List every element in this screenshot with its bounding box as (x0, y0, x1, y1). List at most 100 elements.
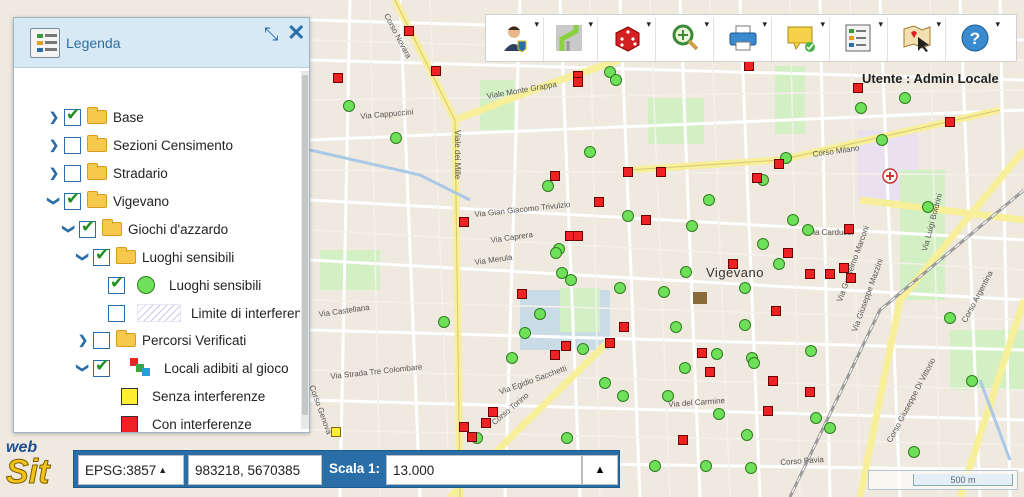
sensitive-place-marker[interactable] (805, 345, 817, 357)
gaming-venue-interference-marker[interactable] (825, 269, 835, 279)
chevron-right-icon[interactable]: ❯ (47, 166, 61, 180)
sensitive-place-marker[interactable] (561, 432, 573, 444)
gaming-venue-interference-marker[interactable] (846, 273, 856, 283)
legend-item-locali-gioco[interactable]: ❯ Locali adibiti al gioco (76, 356, 289, 379)
gaming-venue-interference-marker[interactable] (459, 217, 469, 227)
legend-item-sezioni-censimento[interactable]: ❯ Sezioni Censimento (47, 134, 233, 156)
gaming-venue-interference-marker[interactable] (459, 422, 469, 432)
sensitive-place-marker[interactable] (908, 446, 920, 458)
gaming-venue-interference-marker[interactable] (728, 259, 738, 269)
gaming-venue-interference-marker[interactable] (774, 159, 784, 169)
legend-item-limite-interferenza[interactable]: Limite di interferenza (105, 302, 300, 324)
legend-checkbox[interactable] (108, 304, 125, 322)
sensitive-place-marker[interactable] (599, 377, 611, 389)
sensitive-place-marker[interactable] (343, 100, 355, 112)
sensitive-place-marker[interactable] (739, 319, 751, 331)
gaming-venue-interference-marker[interactable] (805, 269, 815, 279)
sensitive-place-marker[interactable] (713, 408, 725, 420)
sensitive-place-marker[interactable] (542, 180, 554, 192)
chevron-down-icon[interactable]: ❯ (62, 222, 76, 236)
sensitive-place-marker[interactable] (617, 390, 629, 402)
sensitive-place-marker[interactable] (506, 352, 518, 364)
sensitive-place-marker[interactable] (438, 316, 450, 328)
scrollbar-thumb[interactable] (302, 75, 308, 415)
sensitive-place-marker[interactable] (810, 412, 822, 424)
select-map-button[interactable]: ▾ (892, 17, 946, 61)
gaming-venue-interference-marker[interactable] (752, 173, 762, 183)
gaming-venue-interference-marker[interactable] (839, 263, 849, 273)
sensitive-place-marker[interactable] (966, 375, 978, 387)
legend-checkbox[interactable] (64, 164, 81, 182)
gaming-venue-interference-marker[interactable] (641, 215, 651, 225)
chevron-right-icon[interactable]: ❯ (47, 110, 61, 124)
legend-checkbox[interactable] (93, 331, 110, 349)
crs-selector[interactable]: EPSG:3857 ▲ (78, 455, 184, 485)
sensitive-place-marker[interactable] (773, 258, 785, 270)
scale-input[interactable]: 13.000 (386, 455, 582, 485)
gaming-venue-interference-marker[interactable] (771, 306, 781, 316)
sensitive-place-marker[interactable] (787, 214, 799, 226)
gaming-venue-interference-marker[interactable] (768, 376, 778, 386)
comment-button[interactable]: ▾ (776, 17, 830, 61)
sensitive-place-marker[interactable] (824, 422, 836, 434)
gaming-venue-interference-marker[interactable] (594, 197, 604, 207)
gaming-venue-interference-marker[interactable] (550, 350, 560, 360)
legend-checkbox[interactable] (64, 136, 81, 154)
sensitive-place-marker[interactable] (614, 282, 626, 294)
print-button[interactable]: ▾ (718, 17, 772, 61)
sensitive-place-marker[interactable] (711, 348, 723, 360)
sensitive-place-marker[interactable] (662, 390, 674, 402)
legend-checkbox[interactable] (79, 217, 96, 238)
sensitive-place-marker[interactable] (390, 132, 402, 144)
gaming-venue-interference-marker[interactable] (844, 224, 854, 234)
gaming-venue-interference-marker[interactable] (705, 367, 715, 377)
sensitive-place-marker[interactable] (534, 308, 546, 320)
gaming-venue-interference-marker[interactable] (945, 117, 955, 127)
sensitive-place-marker[interactable] (739, 282, 751, 294)
legend-settings-button[interactable]: ▾ (834, 17, 888, 61)
legend-checkbox[interactable] (93, 245, 110, 266)
sensitive-place-marker[interactable] (680, 266, 692, 278)
sensitive-place-marker[interactable] (855, 102, 867, 114)
sensitive-place-marker[interactable] (748, 357, 760, 369)
legend-item-luoghi-sensibili-group[interactable]: ❯ Luoghi sensibili (76, 245, 234, 268)
chevron-down-icon[interactable]: ❯ (76, 361, 90, 375)
sensitive-place-marker[interactable] (658, 286, 670, 298)
sensitive-place-marker[interactable] (686, 220, 698, 232)
sensitive-place-marker[interactable] (519, 327, 531, 339)
gaming-venue-interference-marker[interactable] (550, 171, 560, 181)
chevron-down-icon[interactable]: ❯ (47, 194, 61, 208)
sensitive-place-marker[interactable] (876, 134, 888, 146)
sensitive-place-marker[interactable] (745, 462, 757, 474)
gaming-venue-interference-marker[interactable] (678, 435, 688, 445)
chevron-right-icon[interactable]: ❯ (76, 333, 90, 347)
legend-item-stradario[interactable]: ❯ Stradario (47, 162, 168, 184)
gaming-venue-interference-marker[interactable] (656, 167, 666, 177)
sensitive-place-marker[interactable] (679, 362, 691, 374)
sensitive-place-marker[interactable] (577, 343, 589, 355)
sensitive-place-marker[interactable] (610, 74, 622, 86)
sensitive-place-marker[interactable] (556, 267, 568, 279)
chevron-down-icon[interactable]: ❯ (76, 250, 90, 264)
zoom-search-button[interactable]: ▾ (660, 17, 714, 61)
sensitive-place-marker[interactable] (550, 247, 562, 259)
sensitive-place-marker[interactable] (584, 146, 596, 158)
sensitive-place-marker[interactable] (899, 92, 911, 104)
sensitive-place-marker[interactable] (670, 321, 682, 333)
user-admin-button[interactable]: ▾ (490, 17, 544, 61)
gaming-venue-interference-marker[interactable] (517, 289, 527, 299)
gaming-venue-interference-marker[interactable] (404, 26, 414, 36)
sensitive-place-marker[interactable] (802, 224, 814, 236)
legend-item-vigevano[interactable]: ❯ Vigevano (47, 189, 169, 212)
gaming-venue-interference-marker[interactable] (561, 341, 571, 351)
legend-checkbox[interactable] (108, 273, 125, 294)
legend-item-base[interactable]: ❯ Base (47, 105, 144, 128)
gaming-venue-interference-marker[interactable] (744, 61, 754, 71)
gaming-venue-interference-marker[interactable] (481, 418, 491, 428)
gaming-venue-interference-marker[interactable] (573, 231, 583, 241)
sensitive-place-marker[interactable] (649, 460, 661, 472)
gaming-venue-interference-marker[interactable] (619, 322, 629, 332)
legend-item-luoghi-sensibili[interactable]: Luoghi sensibili (105, 273, 261, 296)
sensitive-place-marker[interactable] (700, 460, 712, 472)
dice-button[interactable]: ▾ (602, 17, 656, 61)
